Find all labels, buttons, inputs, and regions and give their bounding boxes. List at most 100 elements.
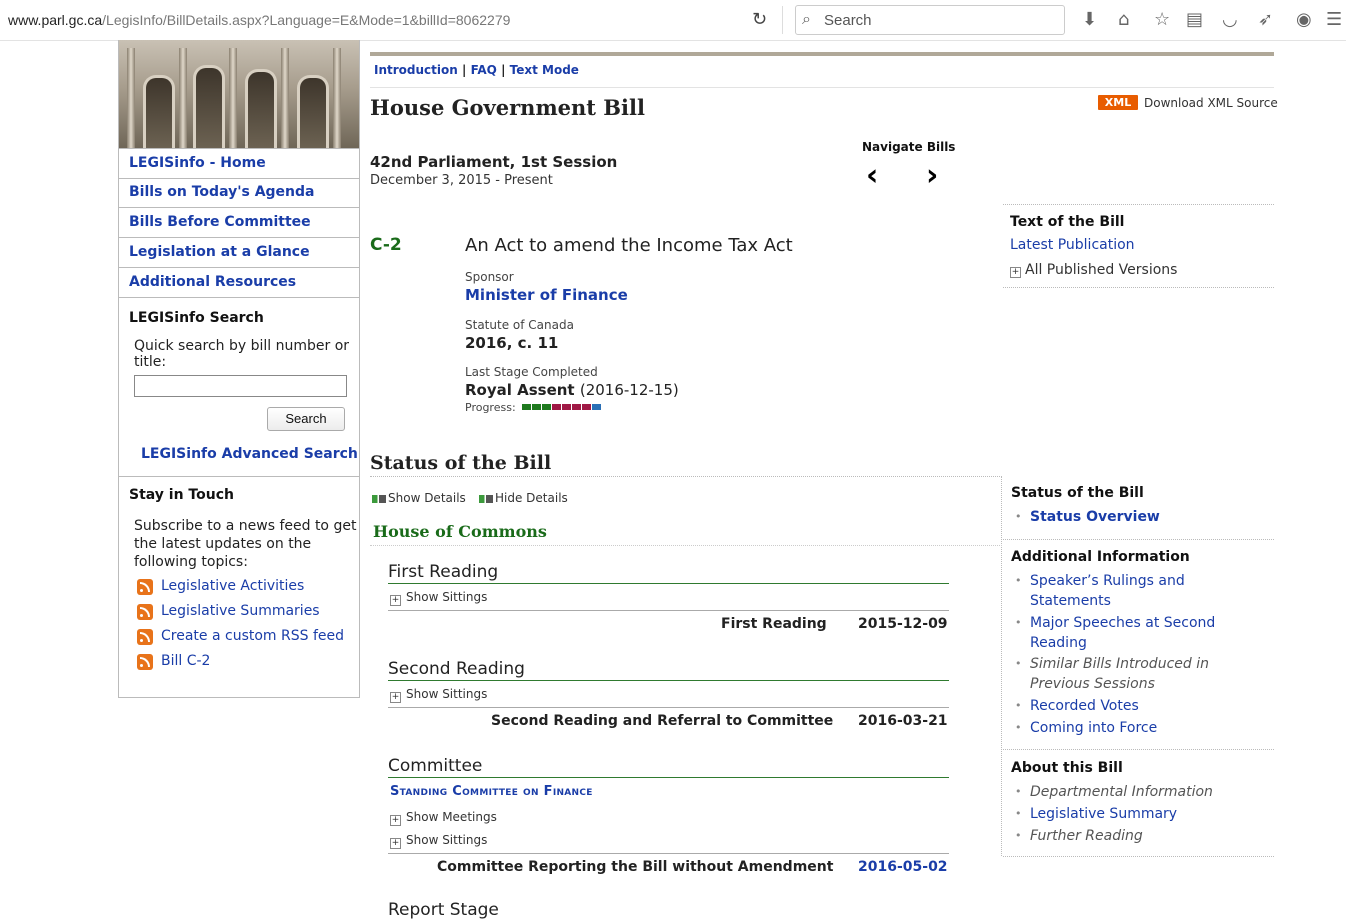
url-domain: www.parl.gc.ca [8,12,103,28]
hide-details-label: Hide Details [495,491,568,505]
navigate-bills-label: Navigate Bills [862,140,956,154]
recorded-votes-link[interactable]: Recorded Votes [1015,696,1265,716]
left-sidebar: LEGISinfo - Home Bills on Today's Agenda… [118,40,360,698]
expand-icon: + [390,815,401,826]
show-sittings-toggle[interactable]: + Show Sittings [390,833,487,849]
last-stage-value: Royal Assent (2016-12-15) [465,381,679,399]
additional-info-heading: Additional Information [1011,549,1190,565]
last-stage-date: (2016-12-15) [579,381,679,399]
sidebar-item-legislation-glance[interactable]: Legislation at a Glance [119,238,359,268]
latest-publication-link[interactable]: Latest Publication [1010,237,1135,253]
speakers-rulings-link[interactable]: Speaker’s Rulings and Statements [1015,571,1265,611]
progress-segment [562,404,571,410]
feed-link[interactable]: Legislative Summaries [161,603,320,619]
bookmarks-list-icon[interactable]: ▤ [1186,9,1203,30]
about-bill-heading: About this Bill [1011,760,1123,776]
show-sittings-toggle[interactable]: + Show Sittings [390,590,487,606]
faq-link[interactable]: FAQ [471,63,497,77]
search-description: Quick search by bill number or title: [134,338,350,370]
introduction-link[interactable]: Introduction [374,63,458,77]
show-meetings-toggle[interactable]: + Show Meetings [390,810,497,826]
reload-icon[interactable]: ↻ [752,9,767,30]
stage-date: 2015-12-09 [858,616,948,632]
feed-link[interactable]: Legislative Activities [161,578,304,594]
progress-bar [522,404,602,410]
status-overview-link[interactable]: Status Overview [1015,507,1265,527]
hide-details-button[interactable]: Hide Details [479,491,568,505]
stage-event: Second Reading and Referral to Committee [491,713,834,729]
search-button[interactable]: Search [267,407,345,431]
show-details-icon [372,494,386,503]
search-icon: ⌕ [802,9,811,28]
legislative-summary-link[interactable]: Legislative Summary [1015,804,1265,824]
sidebar-item-additional-resources[interactable]: Additional Resources [119,268,359,298]
divider [1003,539,1274,540]
item-label: Further Reading [1030,828,1143,844]
xml-icon[interactable]: XML [1098,95,1138,110]
show-details-button[interactable]: Show Details [372,491,466,505]
chamber-heading: House of Commons [373,522,547,541]
major-speeches-link[interactable]: Major Speeches at Second Reading [1015,613,1265,653]
header-rule [370,52,1274,56]
sync-icon[interactable]: ◉ [1296,9,1312,30]
link-label: Status Overview [1030,509,1160,525]
event-rule [388,610,949,611]
progress-segment [532,404,541,410]
browser-search-placeholder: Search [824,12,872,29]
all-versions-label: All Published Versions [1025,262,1178,278]
pocket-icon[interactable]: ◡ [1222,9,1238,30]
text-of-bill-heading: Text of the Bill [1010,214,1125,230]
bill-title: An Act to amend the Income Tax Act [465,235,793,256]
item-label: Similar Bills Introduced in Previous Ses… [1030,656,1209,692]
feed-link[interactable]: Create a custom RSS feed [161,628,344,644]
download-icon[interactable]: ⬇ [1082,9,1097,30]
home-icon[interactable]: ⌂ [1118,9,1129,30]
statute-label: Statute of Canada [465,318,574,332]
previous-bill-icon[interactable]: ‹ [866,156,878,196]
menu-icon[interactable]: ☰ [1326,9,1342,30]
stage-date[interactable]: 2016-05-02 [858,859,948,875]
divider [370,476,1002,478]
progress-segment [572,404,581,410]
coming-into-force-link[interactable]: Coming into Force [1015,718,1265,738]
link-label: Major Speeches at Second Reading [1030,615,1216,651]
progress-segment [592,404,601,410]
sidebar-item-todays-agenda[interactable]: Bills on Today's Agenda [119,178,359,208]
all-versions-toggle[interactable]: + All Published Versions [1010,262,1177,278]
item-label: Departmental Information [1030,784,1213,800]
quick-search-input[interactable] [134,375,347,397]
bookmark-star-icon[interactable]: ☆ [1154,9,1170,30]
sponsor-link[interactable]: Minister of Finance [465,286,628,304]
page-title: House Government Bill [370,95,645,120]
sidebar-item-home[interactable]: LEGISinfo - Home [119,148,359,179]
next-bill-icon[interactable]: › [926,156,938,196]
sidebar-item-label: Bills Before Committee [129,214,311,230]
download-xml-link[interactable]: Download XML Source [1144,96,1278,110]
link-label: Recorded Votes [1030,698,1139,714]
rss-icon [137,604,153,620]
parliament-session: 42nd Parliament, 1st Session [370,153,618,171]
stage-event: Committee Reporting the Bill without Ame… [437,859,834,875]
address-bar[interactable]: www.parl.gc.ca/LegisInfo/BillDetails.asp… [8,12,510,28]
departmental-info-item: Departmental Information [1015,782,1265,802]
sidebar-item-before-committee[interactable]: Bills Before Committee [119,208,359,238]
expand-icon: + [390,595,401,606]
stage-date: 2016-03-21 [858,713,948,729]
last-stage-label: Last Stage Completed [465,365,598,379]
rss-icon [137,579,153,595]
browser-search-box[interactable]: ⌕ Search [795,5,1065,35]
sidebar-item-label: Legislation at a Glance [129,244,310,260]
search-heading: LEGISinfo Search [129,310,264,326]
advanced-search-link[interactable]: LEGISinfo Advanced Search [141,446,358,462]
session-dates: December 3, 2015 - Present [370,173,553,188]
sponsor-label: Sponsor [465,270,514,284]
sidebar-item-label: LEGISinfo - Home [129,155,266,171]
stage-heading: Report Stage [388,900,499,920]
feed-link[interactable]: Bill C-2 [161,653,210,669]
committee-link[interactable]: Standing Committee on Finance [390,784,593,799]
text-mode-link[interactable]: Text Mode [510,63,579,77]
progress-label: Progress: [465,401,516,414]
show-details-label: Show Details [388,491,466,505]
send-icon[interactable]: ➶ [1258,9,1273,30]
show-sittings-toggle[interactable]: + Show Sittings [390,687,487,703]
